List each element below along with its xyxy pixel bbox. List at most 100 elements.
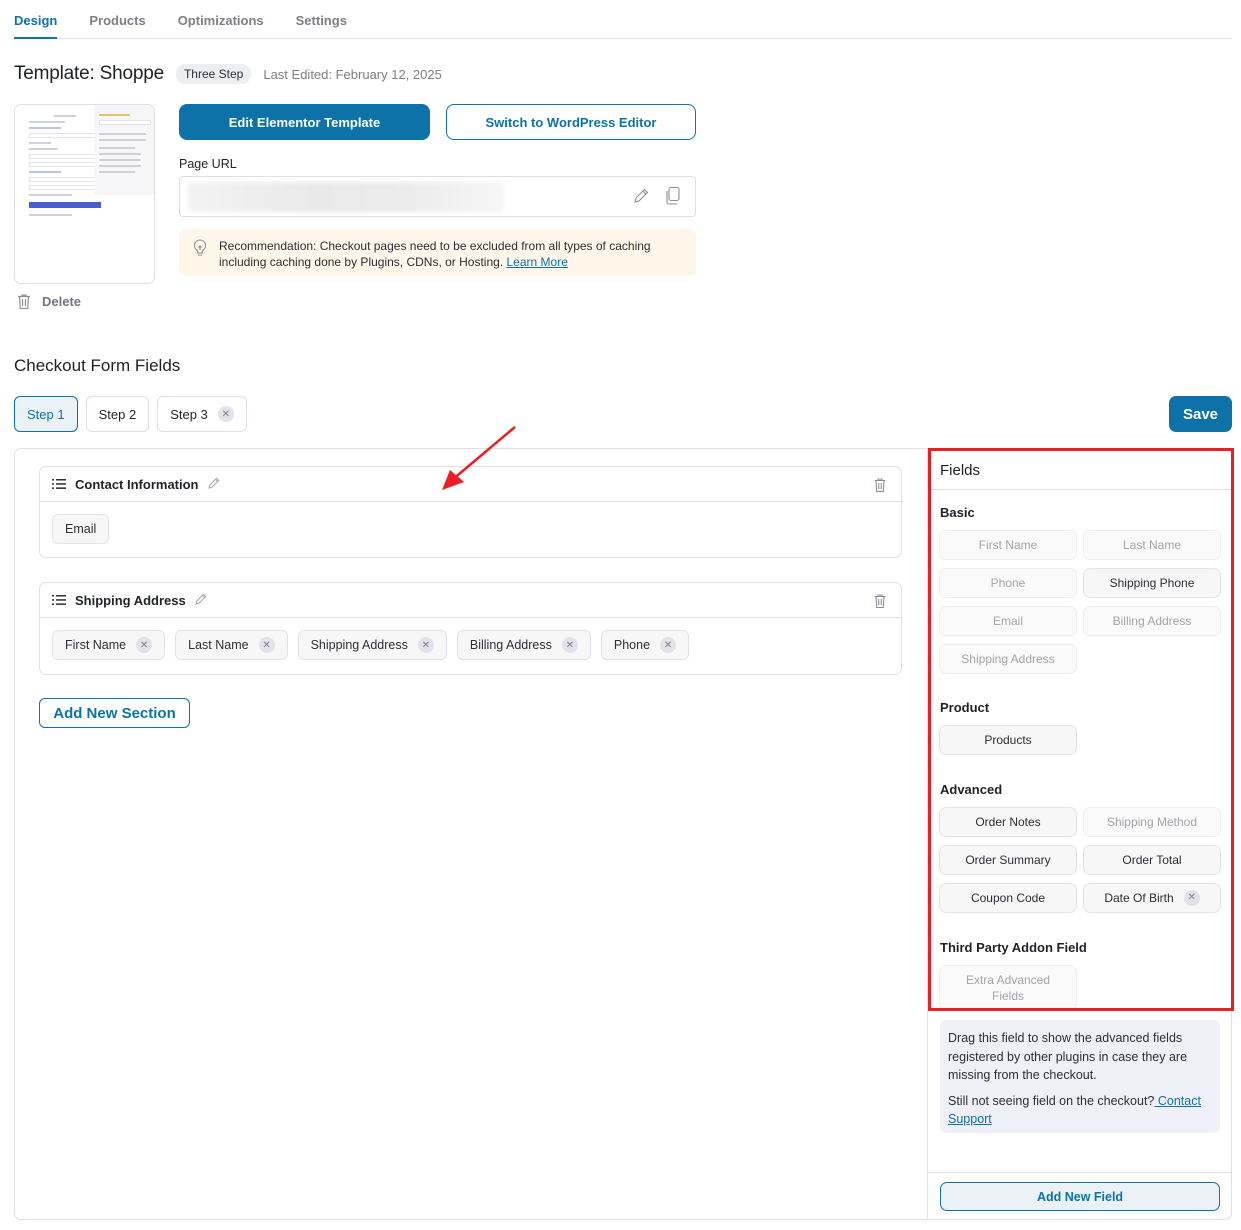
field-group-third-party: Third Party Addon Field (940, 940, 1087, 955)
learn-more-link[interactable]: Learn More (507, 255, 568, 269)
edit-elementor-template-button[interactable]: Edit Elementor Template (179, 104, 430, 140)
section-title: Shipping Address (75, 592, 186, 608)
drag-handle-icon[interactable] (52, 478, 66, 490)
remove-field-icon[interactable]: ✕ (660, 637, 677, 653)
available-field-extra-advanced-fields[interactable]: Extra Advanced Fields (939, 965, 1077, 1011)
edit-url-icon[interactable] (632, 187, 650, 208)
third-party-info-box: Drag this field to show the advanced fie… (940, 1020, 1220, 1133)
thumbnail-form-column (29, 111, 101, 220)
tab-design[interactable]: Design (14, 0, 58, 39)
step-tabs: Step 1 Step 2 Step 3 ✕ (14, 396, 255, 432)
fields-panel-footer: Add New Field (928, 1172, 1232, 1220)
lightbulb-icon (191, 238, 209, 261)
save-button[interactable]: Save (1169, 396, 1232, 432)
add-new-field-button[interactable]: Add New Field (940, 1182, 1220, 1211)
available-field-order-summary[interactable]: Order Summary (939, 845, 1077, 875)
advanced-fields-grid: Order Notes Shipping Method Order Summar… (939, 807, 1222, 913)
available-field-phone[interactable]: Phone (939, 568, 1077, 598)
step-tab-3[interactable]: Step 3 ✕ (157, 396, 247, 432)
product-fields-grid: Products (939, 725, 1222, 755)
field-group-advanced: Advanced (940, 782, 1003, 797)
available-field-first-name[interactable]: First Name (939, 530, 1077, 560)
step-tab-2[interactable]: Step 2 (85, 396, 150, 432)
available-field-order-total[interactable]: Order Total (1083, 845, 1221, 875)
delete-section-icon[interactable] (873, 477, 887, 496)
available-field-shipping-method[interactable]: Shipping Method (1083, 807, 1221, 837)
available-field-shipping-address[interactable]: Shipping Address (939, 644, 1077, 674)
available-field-billing-address[interactable]: Billing Address (1083, 606, 1221, 636)
field-chip-last-name[interactable]: Last Name ✕ (175, 630, 288, 660)
available-field-date-of-birth[interactable]: Date Of Birth ✕ (1083, 883, 1221, 913)
available-field-products[interactable]: Products (939, 725, 1077, 755)
edit-section-title-icon[interactable] (207, 476, 221, 493)
annotation-arrow (442, 426, 516, 490)
section-card-shipping-address: Shipping Address First Name ✕ Last Name ✕ … (39, 582, 902, 675)
available-field-coupon-code[interactable]: Coupon Code (939, 883, 1077, 913)
remove-step-icon[interactable]: ✕ (217, 406, 234, 422)
basic-fields-grid: First Name Last Name Phone Shipping Phon… (939, 530, 1222, 674)
remove-field-icon[interactable]: ✕ (136, 637, 153, 653)
template-preview-thumbnail[interactable] (14, 104, 155, 284)
drag-handle-icon[interactable] (52, 594, 66, 606)
section-header[interactable]: Shipping Address (40, 583, 901, 618)
checkout-form-fields-heading: Checkout Form Fields (14, 356, 181, 375)
available-field-shipping-phone[interactable]: Shipping Phone (1083, 568, 1221, 598)
step-type-badge: Three Step (175, 64, 252, 84)
page-url-field[interactable] (179, 176, 696, 217)
field-label: First Name (65, 638, 127, 652)
edit-section-title-icon[interactable] (194, 592, 208, 609)
caching-recommendation: Recommendation: Checkout pages need to b… (179, 229, 696, 276)
delete-section-icon[interactable] (873, 593, 887, 612)
field-label: Date Of Birth (1104, 891, 1174, 905)
field-chip-email[interactable]: Email (52, 514, 110, 544)
thumbnail-summary-column (94, 105, 154, 195)
available-field-email[interactable]: Email (939, 606, 1077, 636)
remove-field-icon[interactable]: ✕ (561, 637, 578, 653)
field-group-product: Product (940, 700, 990, 715)
field-chip-first-name[interactable]: First Name ✕ (52, 630, 166, 660)
available-field-last-name[interactable]: Last Name (1083, 530, 1221, 560)
switch-to-wordpress-editor-button[interactable]: Switch to WordPress Editor (446, 104, 696, 140)
field-chip-shipping-address[interactable]: Shipping Address ✕ (297, 630, 447, 660)
tab-settings[interactable]: Settings (296, 0, 347, 39)
field-label: Billing Address (469, 638, 552, 652)
title-row: Template: Shoppe Three Step Last Edited:… (14, 63, 442, 85)
field-label: Last Name (188, 638, 249, 652)
field-chip-phone[interactable]: Phone ✕ (600, 630, 690, 660)
recommendation-text: Recommendation: Checkout pages need to b… (219, 239, 651, 269)
field-label: Email (65, 522, 97, 536)
section-fields: Email (40, 502, 901, 557)
field-group-basic: Basic (940, 505, 975, 520)
available-field-order-notes[interactable]: Order Notes (939, 807, 1077, 837)
field-label: Phone (613, 638, 651, 652)
delete-template-button[interactable]: Delete (16, 293, 81, 310)
field-label: Shipping Address (310, 638, 408, 652)
remove-field-icon[interactable]: ✕ (258, 637, 275, 653)
tab-products[interactable]: Products (89, 0, 145, 39)
delete-label: Delete (42, 294, 82, 309)
step-label: Step 3 (170, 406, 208, 422)
info-question: Still not seeing field on the checkout? (948, 1093, 1155, 1108)
form-canvas: Contact Information Email Shipping Addre… (15, 449, 927, 1219)
step-label: Step 1 (27, 406, 65, 422)
field-chip-billing-address[interactable]: Billing Address ✕ (456, 630, 591, 660)
page-title: Template: Shoppe (14, 63, 164, 84)
checkout-builder: Contact Information Email Shipping Addre… (14, 448, 1232, 1220)
fields-panel: Fields Basic First Name Last Name Phone … (927, 449, 1232, 1219)
step-tab-1[interactable]: Step 1 (14, 396, 78, 432)
trash-icon (18, 294, 30, 310)
info-text: Drag this field to show the advanced fie… (948, 1031, 1188, 1082)
third-party-fields-grid: Extra Advanced Fields (939, 965, 1222, 1011)
fields-panel-title: Fields (928, 449, 1232, 490)
remove-custom-field-icon[interactable]: ✕ (1183, 890, 1200, 906)
page-url-label: Page URL (179, 157, 237, 171)
section-title: Contact Information (75, 476, 199, 492)
section-fields: First Name ✕ Last Name ✕ Shipping Address ✕… (40, 618, 901, 674)
page-url-value-blurred (188, 182, 504, 212)
copy-url-icon[interactable] (665, 186, 681, 209)
tab-optimizations[interactable]: Optimizations (178, 0, 264, 39)
thumbnail-cta (29, 202, 101, 208)
top-tabs: Design Products Optimizations Settings (14, 0, 1232, 39)
add-new-section-button[interactable]: Add New Section (39, 698, 190, 728)
remove-field-icon[interactable]: ✕ (417, 637, 434, 653)
